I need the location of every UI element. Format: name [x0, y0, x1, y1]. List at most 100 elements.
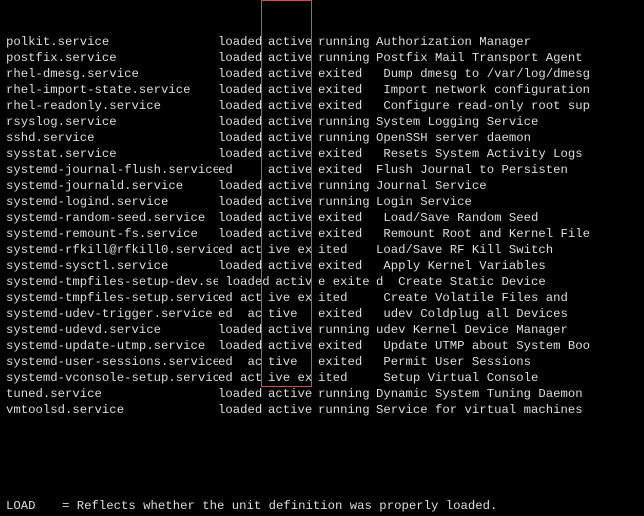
col-unit: systemd-tmpfiles-setup.service load	[6, 290, 218, 306]
col-sub: ited	[318, 242, 376, 258]
col-load: loaded	[218, 402, 268, 418]
service-row: systemd-journald.serviceloadedactiverunn…	[6, 178, 638, 194]
col-unit: systemd-udevd.service	[6, 322, 218, 338]
col-description: d Create Static Device	[376, 274, 638, 290]
col-load: ed act	[218, 290, 268, 306]
service-row: systemd-logind.serviceloadedactiverunnin…	[6, 194, 638, 210]
col-sub: exited	[318, 226, 376, 242]
col-description: Apply Kernel Variables	[376, 258, 638, 274]
col-sub: exited	[318, 354, 376, 370]
col-sub: running	[318, 34, 376, 50]
col-description: Remount Root and Kernel File	[376, 226, 638, 242]
service-row: systemd-sysctl.serviceloadedactiveexited…	[6, 258, 638, 274]
col-active: tive	[268, 306, 318, 322]
col-description: Load/Save RF Kill Switch	[376, 242, 638, 258]
col-description: Authorization Manager	[376, 34, 638, 50]
service-row: systemd-remount-fs.serviceloadedactiveex…	[6, 226, 638, 242]
col-load: loaded	[218, 130, 268, 146]
col-active: active	[268, 402, 318, 418]
col-description: Service for virtual machines	[376, 402, 638, 418]
service-row: rhel-readonly.serviceloadedactiveexited …	[6, 98, 638, 114]
col-unit: vmtoolsd.service	[6, 402, 218, 418]
col-unit: sysstat.service	[6, 146, 218, 162]
col-unit: systemd-update-utmp.service	[6, 338, 218, 354]
col-active: active	[268, 194, 318, 210]
col-sub: exited	[318, 82, 376, 98]
col-unit: rsyslog.service	[6, 114, 218, 130]
col-description: Journal Service	[376, 178, 638, 194]
col-load: loaded	[218, 274, 268, 290]
col-sub: exited	[318, 162, 376, 178]
col-load: ed act	[218, 370, 268, 386]
col-description: Postfix Mail Transport Agent	[376, 50, 638, 66]
col-sub: running	[318, 322, 376, 338]
col-active: active	[268, 34, 318, 50]
col-load: loaded	[218, 114, 268, 130]
col-active: ive ex	[268, 242, 318, 258]
service-row: postfix.serviceloadedactiverunningPostfi…	[6, 50, 638, 66]
col-description: System Logging Service	[376, 114, 638, 130]
col-unit: rhel-readonly.service	[6, 98, 218, 114]
col-sub: running	[318, 50, 376, 66]
col-load: loaded	[218, 66, 268, 82]
col-description: Import network configuration	[376, 82, 638, 98]
col-sub: ited	[318, 370, 376, 386]
service-row: systemd-tmpfiles-setup-dev.service loade…	[6, 274, 638, 290]
col-load: loaded	[218, 146, 268, 162]
service-row: systemd-journal-flush.service loadedacti…	[6, 162, 638, 178]
col-sub: exited	[318, 306, 376, 322]
col-unit: tuned.service	[6, 386, 218, 402]
col-load: loaded	[218, 258, 268, 274]
service-row: vmtoolsd.serviceloadedactiverunningServi…	[6, 402, 638, 418]
col-sub: e exite	[318, 274, 376, 290]
col-unit: systemd-sysctl.service	[6, 258, 218, 274]
col-description: Resets System Activity Logs	[376, 146, 638, 162]
col-sub: running	[318, 114, 376, 130]
col-load: loaded	[218, 50, 268, 66]
col-load: loaded	[218, 34, 268, 50]
col-load: loaded	[218, 386, 268, 402]
col-sub: running	[318, 194, 376, 210]
service-row: systemd-rfkill@rfkill0.service loaded ac…	[6, 242, 638, 258]
col-active: active	[268, 258, 318, 274]
col-sub: exited	[318, 146, 376, 162]
col-active: active	[268, 50, 318, 66]
col-unit: polkit.service	[6, 34, 218, 50]
service-row: sysstat.serviceloadedactiveexited Resets…	[6, 146, 638, 162]
col-description: Flush Journal to Persisten	[376, 162, 638, 178]
col-unit: systemd-random-seed.service	[6, 210, 218, 226]
service-row: systemd-vconsole-setup.service loaded ac…	[6, 370, 638, 386]
col-active: active	[268, 146, 318, 162]
col-sub: exited	[318, 210, 376, 226]
col-load: loaded	[218, 338, 268, 354]
col-active: active	[268, 210, 318, 226]
col-sub: exited	[318, 98, 376, 114]
col-description: Configure read-only root sup	[376, 98, 638, 114]
service-row: rhel-dmesg.serviceloadedactiveexited Dum…	[6, 66, 638, 82]
col-active: ive ex	[268, 290, 318, 306]
service-row: systemd-random-seed.serviceloadedactivee…	[6, 210, 638, 226]
col-load: ed	[218, 162, 268, 178]
col-active: active	[268, 322, 318, 338]
col-active: active	[268, 82, 318, 98]
col-load: loaded	[218, 226, 268, 242]
col-active: ive ex	[268, 370, 318, 386]
service-row: tuned.serviceloadedactiverunningDynamic …	[6, 386, 638, 402]
col-description: Dump dmesg to /var/log/dmesg	[376, 66, 638, 82]
service-row: systemd-tmpfiles-setup.service loaded ac…	[6, 290, 638, 306]
service-row: systemd-udev-trigger.service loaded acti…	[6, 306, 638, 322]
col-description: udev Coldplug all Devices	[376, 306, 638, 322]
service-row: systemd-udevd.serviceloadedactiverunning…	[6, 322, 638, 338]
col-load: loaded	[218, 82, 268, 98]
col-description: Login Service	[376, 194, 638, 210]
col-load: ed act	[218, 242, 268, 258]
col-sub: exited	[318, 66, 376, 82]
col-description: Update UTMP about System Boo	[376, 338, 638, 354]
service-row: polkit.serviceloadedactiverunningAuthori…	[6, 34, 638, 50]
col-sub: exited	[318, 258, 376, 274]
col-description: Setup Virtual Console	[376, 370, 638, 386]
col-active: active	[268, 226, 318, 242]
col-unit: systemd-user-sessions.service load	[6, 354, 218, 370]
col-description: udev Kernel Device Manager	[376, 322, 638, 338]
service-row: rhel-import-state.serviceloadedactiveexi…	[6, 82, 638, 98]
